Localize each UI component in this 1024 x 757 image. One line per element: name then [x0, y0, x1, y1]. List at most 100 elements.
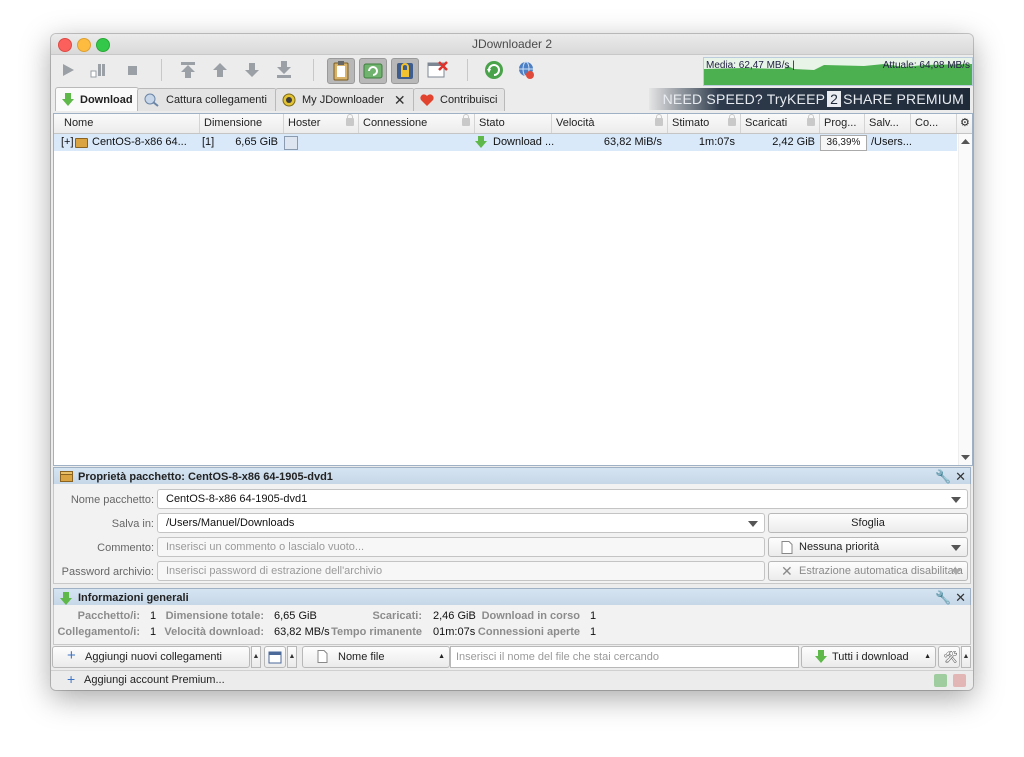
- search-filter-dropdown[interactable]: Nome file ▲: [302, 646, 450, 668]
- column-settings-icon[interactable]: ⚙: [957, 114, 972, 133]
- minimize-window-button[interactable]: [77, 38, 91, 52]
- package-name-field[interactable]: CentOS-8-x86 64-1905-dvd1: [157, 489, 968, 509]
- reconnect-icon: [363, 63, 383, 79]
- search-input[interactable]: Inserisci il nome del file che stai cerc…: [450, 646, 799, 668]
- keep2share-banner[interactable]: NEED SPEED? Try KEEP 2 SHARE PREMIUM: [649, 88, 970, 110]
- column-header-save-to[interactable]: Salv...: [865, 114, 911, 133]
- package-count: [1]: [202, 136, 215, 148]
- move-to-bottom-button[interactable]: [271, 58, 297, 82]
- column-header-size[interactable]: Dimensione: [200, 114, 284, 133]
- running-downloads-value: 1: [590, 610, 597, 622]
- add-links-options-button[interactable]: ▲: [251, 646, 261, 668]
- update-button[interactable]: [481, 58, 507, 82]
- close-window-button[interactable]: [58, 38, 72, 52]
- speed-graph: Media: 62,47 MB/s | Attuale: 64,08 MB/s: [703, 57, 973, 86]
- remaining-time-value: 01m:07s: [433, 626, 476, 638]
- lock-icon: [655, 114, 663, 126]
- downloaded-label: Scaricati:: [372, 610, 422, 622]
- move-up-button[interactable]: [207, 58, 233, 82]
- auto-extract-dropdown[interactable]: ✕ Estrazione automatica disabilitata: [768, 561, 968, 581]
- close-panel-icon[interactable]: ✕: [955, 469, 966, 484]
- wrench-icon[interactable]: 🔧: [935, 590, 951, 605]
- calendar-options-button[interactable]: ▲: [287, 646, 297, 668]
- column-header-speed[interactable]: Velocità: [552, 114, 668, 133]
- column-header-progress[interactable]: Prog...: [820, 114, 865, 133]
- column-header-connection[interactable]: Connessione: [359, 114, 475, 133]
- eta-value: 1m:07s: [698, 136, 735, 148]
- package-size: 6,65 GiB: [235, 136, 278, 148]
- scroll-down-icon[interactable]: [959, 453, 972, 461]
- move-to-top-button[interactable]: [175, 58, 201, 82]
- calendar-button[interactable]: [264, 646, 286, 668]
- password-field[interactable]: Inserisci password di estrazione dell'ar…: [157, 561, 765, 581]
- stop-downloads-button[interactable]: [119, 58, 145, 82]
- silent-mode-button[interactable]: [425, 58, 451, 82]
- tab-link-grabber[interactable]: Cattura collegamenti: [137, 88, 277, 111]
- tab-label: Contribuisci: [440, 94, 498, 106]
- lock-icon: [728, 114, 736, 126]
- lock-icon: [807, 114, 815, 126]
- start-downloads-button[interactable]: [55, 58, 81, 82]
- comment-field[interactable]: Inserisci un commento o lascialo vuoto..…: [157, 537, 765, 557]
- my-jdownloader-icon: [282, 93, 296, 107]
- status-bar: + Aggiungi account Premium...: [51, 670, 973, 690]
- download-speed-value: 63,82 MB/s: [274, 626, 330, 638]
- pause-downloads-button[interactable]: [85, 58, 111, 82]
- move-down-button[interactable]: [239, 58, 265, 82]
- settings-tools-button[interactable]: 🛠: [938, 646, 960, 668]
- comment-label: Commento:: [97, 542, 154, 554]
- general-info-header: Informazioni generali 🔧 ✕: [53, 588, 971, 606]
- auto-reconnect-toggle[interactable]: [359, 58, 387, 84]
- browse-button[interactable]: Sfoglia: [768, 513, 968, 533]
- column-header-status[interactable]: Stato: [475, 114, 552, 133]
- wrench-icon[interactable]: 🔧: [935, 469, 951, 484]
- column-header-downloaded[interactable]: Scaricati: [741, 114, 820, 133]
- column-header-hoster[interactable]: Hoster: [284, 114, 359, 133]
- link-grabber-icon: [144, 93, 159, 107]
- column-header-eta[interactable]: Stimato: [668, 114, 741, 133]
- view-filter-dropdown[interactable]: Tutti i download ▲: [801, 646, 936, 668]
- speed-value: 63,82 MiB/s: [603, 136, 662, 148]
- plugin-status-icon[interactable]: [953, 674, 966, 687]
- running-downloads-label: Download in corso: [481, 610, 580, 622]
- current-speed: Attuale: 64,08 MB/s: [882, 60, 970, 71]
- links-label: Collegamento/i:: [57, 626, 140, 638]
- priority-dropdown[interactable]: Nessuna priorità: [768, 537, 968, 557]
- average-speed: Media: 62,47 MB/s |: [706, 60, 795, 71]
- add-premium-account-link[interactable]: Aggiungi account Premium...: [84, 671, 225, 690]
- remaining-time-label: Tempo rimanente: [331, 626, 422, 638]
- calendar-icon: [268, 651, 282, 664]
- column-header-name[interactable]: Nome: [54, 114, 200, 133]
- clipboard-monitor-toggle[interactable]: [327, 58, 355, 84]
- download-speed-label: Velocità download:: [164, 626, 264, 638]
- reconnect-status-icon[interactable]: [934, 674, 947, 687]
- tab-download[interactable]: Download: [55, 87, 139, 111]
- play-icon: [63, 64, 74, 76]
- close-tab-icon[interactable]: ✕: [394, 92, 406, 109]
- tab-label: My JDownloader: [302, 94, 384, 106]
- tab-bar: Download Cattura collegamenti My JDownlo…: [51, 87, 973, 111]
- arrow-up-icon: [213, 63, 227, 77]
- save-in-field[interactable]: /Users/Manuel/Downloads: [157, 513, 765, 533]
- column-header-comment[interactable]: Co...: [911, 114, 957, 133]
- add-links-button[interactable]: + Aggiungi nuovi collegamenti web...: [52, 646, 250, 683]
- tab-my-jdownloader[interactable]: My JDownloader ✕: [275, 88, 415, 111]
- toolbar: Media: 62,47 MB/s | Attuale: 64,08 MB/s: [51, 55, 973, 86]
- package-icon: [75, 138, 88, 148]
- stop-icon: [128, 66, 137, 75]
- expand-toggle[interactable]: [+]: [61, 134, 74, 151]
- tab-contribute[interactable]: Contribuisci: [413, 88, 505, 111]
- table-row[interactable]: [+] CentOS-8-x86 64... [1] 6,65 GiB Down…: [54, 134, 957, 151]
- maximize-window-button[interactable]: [96, 38, 110, 52]
- scroll-up-icon[interactable]: [959, 138, 972, 146]
- premium-toggle[interactable]: [391, 58, 419, 84]
- close-window-icon: [427, 61, 448, 78]
- package-properties-header: Proprietà pacchetto: CentOS-8-x86 64-190…: [53, 467, 971, 485]
- tools-options-button[interactable]: ▲: [961, 646, 971, 668]
- reconnect-button[interactable]: [513, 58, 539, 82]
- close-panel-icon[interactable]: ✕: [955, 590, 966, 605]
- plus-icon: +: [67, 647, 76, 664]
- table-scrollbar[interactable]: [958, 134, 972, 465]
- move-top-icon: [181, 62, 195, 78]
- document-icon: [781, 541, 793, 554]
